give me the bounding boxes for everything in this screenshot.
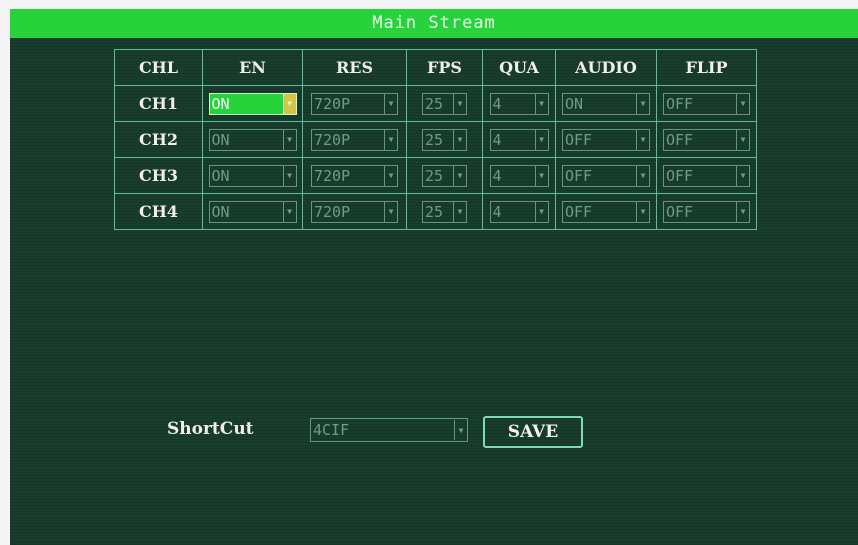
en-value: ON bbox=[211, 130, 230, 149]
dropdown-arrow-icon: ▼ bbox=[453, 165, 466, 186]
res-value: 720P bbox=[314, 94, 351, 113]
header-row: CHL EN RES FPS QUA AUDIO FLIP bbox=[114, 49, 757, 86]
fps-value: 25 bbox=[425, 130, 444, 149]
en-value: ON bbox=[211, 166, 230, 185]
dropdown-arrow-icon: ▼ bbox=[736, 93, 749, 114]
flip-value: OFF bbox=[666, 130, 694, 149]
dropdown-arrow-icon: ▼ bbox=[636, 93, 649, 114]
channel-label: CH1 bbox=[114, 85, 203, 122]
channel-label: CH3 bbox=[114, 157, 203, 194]
save-button[interactable]: SAVE bbox=[483, 416, 583, 448]
table-row: CH4 ON ▼ 720P ▼ 25 ▼ 4 ▼ OFF ▼ OFF ▼ bbox=[114, 193, 757, 230]
dropdown-arrow-icon: ▼ bbox=[282, 93, 296, 114]
col-header-audio: AUDIO bbox=[555, 49, 657, 86]
col-header-res: RES bbox=[302, 49, 407, 86]
en-value: ON bbox=[211, 202, 230, 221]
channel-label: CH2 bbox=[114, 121, 203, 158]
audio-select-ch1[interactable]: ON ▼ bbox=[562, 92, 650, 115]
dropdown-arrow-icon: ▼ bbox=[534, 93, 548, 114]
table-row: CH1 ON ▼ 720P ▼ 25 ▼ 4 ▼ ON ▼ OFF ▼ bbox=[114, 85, 757, 122]
table-row: CH3 ON ▼ 720P ▼ 25 ▼ 4 ▼ OFF ▼ OFF ▼ bbox=[114, 157, 757, 194]
qua-select-ch3[interactable]: 4 ▼ bbox=[489, 164, 549, 187]
dropdown-arrow-icon: ▼ bbox=[534, 165, 548, 186]
dropdown-arrow-icon: ▼ bbox=[384, 93, 397, 114]
dropdown-arrow-icon: ▼ bbox=[534, 129, 548, 150]
audio-select-ch2[interactable]: OFF ▼ bbox=[562, 128, 650, 151]
res-value: 720P bbox=[314, 202, 351, 221]
qua-select-ch2[interactable]: 4 ▼ bbox=[489, 128, 549, 151]
dropdown-arrow-icon: ▼ bbox=[636, 129, 649, 150]
fps-value: 25 bbox=[425, 202, 444, 221]
flip-value: OFF bbox=[666, 94, 694, 113]
stream-table: CHL EN RES FPS QUA AUDIO FLIP CH1 ON ▼ 72… bbox=[114, 49, 757, 230]
flip-select-ch3[interactable]: OFF ▼ bbox=[663, 164, 750, 187]
col-header-fps: FPS bbox=[406, 49, 483, 86]
fps-select-ch2[interactable]: 25 ▼ bbox=[422, 128, 467, 151]
audio-value: OFF bbox=[565, 166, 593, 185]
table-row: CH2 ON ▼ 720P ▼ 25 ▼ 4 ▼ OFF ▼ OFF ▼ bbox=[114, 121, 757, 158]
qua-value: 4 bbox=[492, 130, 502, 149]
fps-value: 25 bbox=[425, 94, 444, 113]
qua-value: 4 bbox=[492, 166, 502, 185]
en-select-ch4[interactable]: ON ▼ bbox=[208, 200, 297, 223]
res-select-ch4[interactable]: 720P ▼ bbox=[311, 200, 398, 223]
fps-select-ch1[interactable]: 25 ▼ bbox=[422, 92, 467, 115]
flip-value: OFF bbox=[666, 166, 694, 185]
dvr-screen: Main Stream CHL EN RES FPS QUA AUDIO FLI… bbox=[10, 9, 858, 545]
audio-value: ON bbox=[565, 94, 584, 113]
res-value: 720P bbox=[314, 130, 351, 149]
res-select-ch1[interactable]: 720P ▼ bbox=[311, 92, 398, 115]
dropdown-arrow-icon: ▼ bbox=[453, 129, 466, 150]
flip-value: OFF bbox=[666, 202, 694, 221]
dropdown-arrow-icon: ▼ bbox=[384, 201, 397, 222]
qua-select-ch1[interactable]: 4 ▼ bbox=[489, 92, 549, 115]
col-header-en: EN bbox=[202, 49, 303, 86]
shortcut-value: 4CIF bbox=[313, 421, 350, 439]
dropdown-arrow-icon: ▼ bbox=[282, 165, 296, 186]
fps-value: 25 bbox=[425, 166, 444, 185]
audio-value: OFF bbox=[565, 130, 593, 149]
shortcut-label: ShortCut bbox=[167, 419, 254, 439]
flip-select-ch2[interactable]: OFF ▼ bbox=[663, 128, 750, 151]
dropdown-arrow-icon: ▼ bbox=[736, 165, 749, 186]
dropdown-arrow-icon: ▼ bbox=[636, 201, 649, 222]
res-select-ch2[interactable]: 720P ▼ bbox=[311, 128, 398, 151]
dropdown-arrow-icon: ▼ bbox=[453, 201, 466, 222]
fps-select-ch3[interactable]: 25 ▼ bbox=[422, 164, 467, 187]
page-title: Main Stream bbox=[10, 9, 858, 38]
flip-select-ch4[interactable]: OFF ▼ bbox=[663, 200, 750, 223]
dropdown-arrow-icon: ▼ bbox=[736, 201, 749, 222]
col-header-chl: CHL bbox=[114, 49, 203, 86]
dropdown-arrow-icon: ▼ bbox=[282, 129, 296, 150]
col-header-qua: QUA bbox=[482, 49, 556, 86]
en-select-ch2[interactable]: ON ▼ bbox=[208, 128, 297, 151]
col-header-flip: FLIP bbox=[656, 49, 757, 86]
dropdown-arrow-icon: ▼ bbox=[384, 129, 397, 150]
shortcut-select[interactable]: 4CIF ▼ bbox=[310, 418, 468, 442]
dropdown-arrow-icon: ▼ bbox=[636, 165, 649, 186]
dropdown-arrow-icon: ▼ bbox=[453, 93, 466, 114]
qua-value: 4 bbox=[492, 202, 502, 221]
qua-select-ch4[interactable]: 4 ▼ bbox=[489, 200, 549, 223]
en-value: ON bbox=[211, 94, 230, 113]
dropdown-arrow-icon: ▼ bbox=[534, 201, 548, 222]
dropdown-arrow-icon: ▼ bbox=[384, 165, 397, 186]
dropdown-arrow-icon: ▼ bbox=[282, 201, 296, 222]
dropdown-arrow-icon: ▼ bbox=[736, 129, 749, 150]
res-value: 720P bbox=[314, 166, 351, 185]
channel-label: CH4 bbox=[114, 193, 203, 230]
audio-select-ch3[interactable]: OFF ▼ bbox=[562, 164, 650, 187]
audio-value: OFF bbox=[565, 202, 593, 221]
qua-value: 4 bbox=[492, 94, 502, 113]
en-select-ch1[interactable]: ON ▼ bbox=[208, 92, 297, 115]
res-select-ch3[interactable]: 720P ▼ bbox=[311, 164, 398, 187]
en-select-ch3[interactable]: ON ▼ bbox=[208, 164, 297, 187]
flip-select-ch1[interactable]: OFF ▼ bbox=[663, 92, 750, 115]
fps-select-ch4[interactable]: 25 ▼ bbox=[422, 200, 467, 223]
audio-select-ch4[interactable]: OFF ▼ bbox=[562, 200, 650, 223]
dropdown-arrow-icon: ▼ bbox=[454, 420, 467, 440]
